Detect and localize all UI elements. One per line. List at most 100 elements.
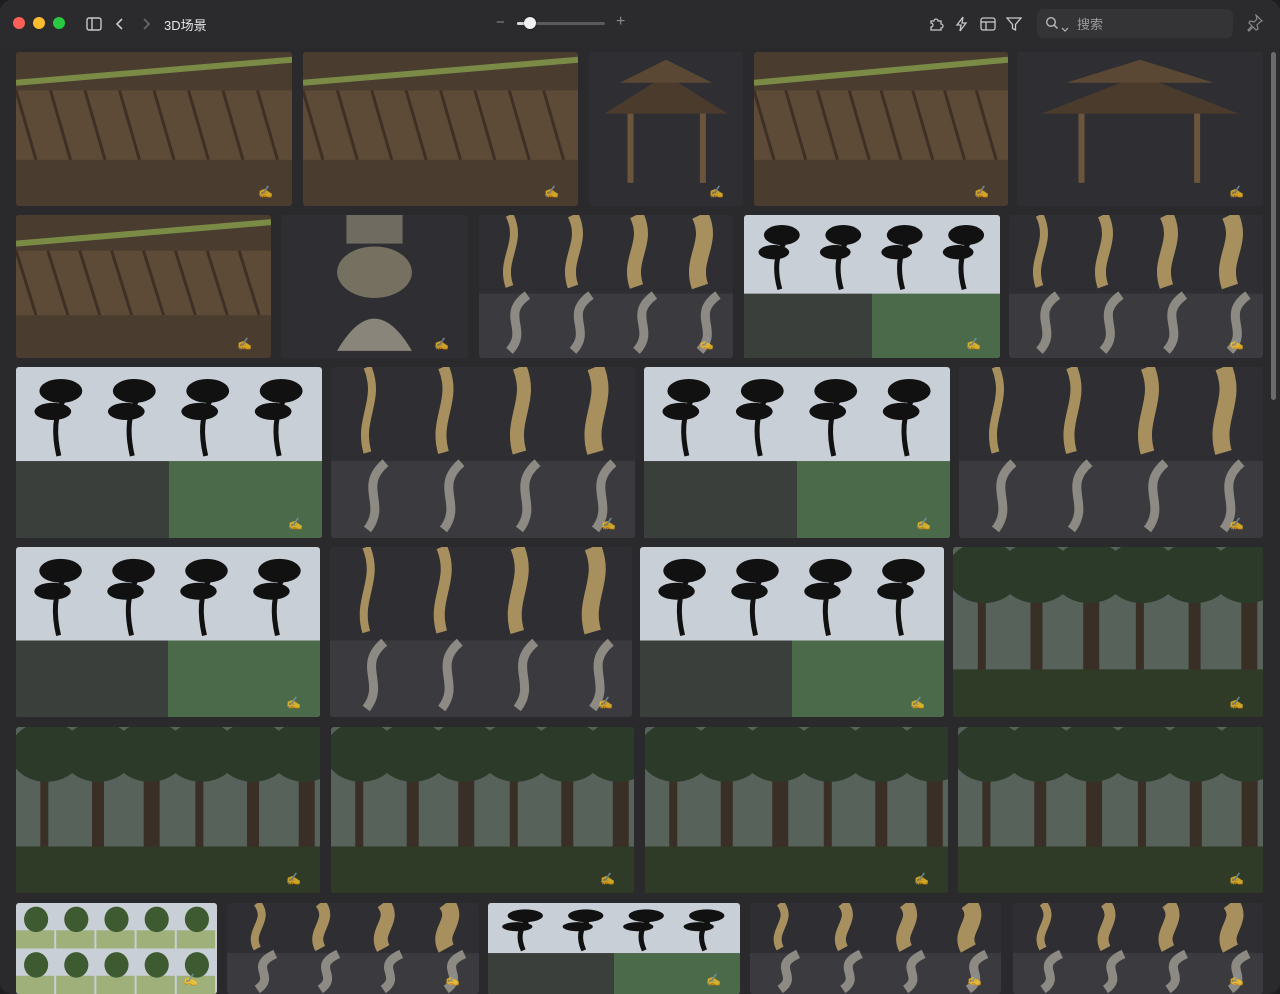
flash-icon[interactable] — [952, 14, 972, 34]
thumbnail-image: ✍ — [1041, 59, 1244, 199]
pin-icon[interactable] — [1247, 13, 1264, 37]
window-title: 3D场景 — [164, 18, 207, 33]
thumbnail-image: ✍ — [645, 727, 948, 893]
thumbnail-bridge[interactable]: ✍ — [303, 52, 578, 206]
thumbnail-image: ✍ — [331, 367, 635, 538]
thumbnail-pinesilhouette[interactable]: ✍ — [644, 367, 950, 538]
thumbnail-deadtree[interactable]: ✍ — [1013, 903, 1263, 994]
thumbnail-column[interactable]: ✍ — [281, 215, 468, 358]
svg-text:✍: ✍ — [709, 185, 724, 199]
svg-text:✍: ✍ — [600, 872, 615, 886]
thumbnail-image: ✍ — [16, 906, 215, 994]
chevron-right-icon[interactable] — [136, 14, 156, 34]
chevron-left-icon[interactable] — [110, 14, 130, 34]
svg-text:✍: ✍ — [286, 696, 301, 710]
thumbnail-image: ✍ — [479, 215, 733, 358]
thumbnail-forest[interactable]: ✍ — [645, 727, 948, 893]
svg-text:✍: ✍ — [601, 517, 616, 531]
thumbnail-carving[interactable]: ✍ — [754, 52, 1008, 206]
thumbnail-deadtree[interactable]: ✍ — [750, 903, 1001, 994]
thumbnail-branch[interactable]: ✍ — [330, 547, 632, 717]
svg-text:✍: ✍ — [967, 973, 982, 987]
thumbnail-pavilion[interactable]: ✍ — [589, 52, 743, 206]
svg-text:✍: ✍ — [183, 973, 198, 987]
thumbnail-image: ✍ — [959, 367, 1263, 538]
svg-text:✍: ✍ — [910, 696, 925, 710]
zoom-out-button[interactable]: − — [496, 14, 505, 31]
thumbnail-image: ✍ — [488, 909, 740, 994]
thumbnail-image: ✍ — [16, 558, 320, 717]
svg-text:✍: ✍ — [598, 696, 613, 710]
thumbnail-image: ✍ — [16, 727, 320, 893]
thumbnail-pinesilhouette[interactable]: ✍ — [640, 547, 944, 717]
thumbnail-pinesilhouette[interactable]: ✍ — [744, 215, 1000, 358]
search-icon — [1045, 16, 1059, 35]
thumbnail-image: ✍ — [744, 225, 1000, 358]
thumbnail-pavilion[interactable]: ✍ — [1017, 52, 1263, 206]
thumbnail-image: ✍ — [1009, 215, 1263, 358]
thumbnail-image: ✍ — [958, 727, 1263, 893]
svg-text:✍: ✍ — [1229, 696, 1244, 710]
thumbnail-forest[interactable]: ✍ — [331, 727, 634, 893]
close-button[interactable] — [13, 17, 25, 29]
thumbnail-image: ✍ — [227, 903, 479, 994]
sidebar-icon[interactable] — [84, 14, 104, 34]
thumbnail-deadtree[interactable]: ✍ — [227, 903, 479, 994]
zoom-slider-knob[interactable] — [524, 17, 537, 29]
thumbnail-image: ✍ — [16, 378, 322, 538]
svg-text:✍: ✍ — [544, 185, 559, 199]
thumbnail-image: ✍ — [644, 378, 950, 538]
thumbnail-image: ✍ — [754, 56, 1008, 199]
thumbnail-roof[interactable]: ✍ — [16, 215, 271, 358]
thumbnail-image: ✍ — [337, 215, 449, 351]
search-input[interactable] — [1075, 13, 1229, 36]
svg-text:✍: ✍ — [1229, 517, 1244, 531]
svg-text:✍: ✍ — [258, 185, 273, 199]
thumbnail-deadtree[interactable]: ✍ — [331, 367, 635, 538]
zoom-in-button[interactable]: + — [616, 13, 625, 31]
layout-icon[interactable] — [978, 14, 998, 34]
thumbnail-pinesilhouette[interactable]: ✍ — [16, 367, 322, 538]
thumbnail-forest[interactable]: ✍ — [953, 547, 1263, 717]
app-window: 3D场景 − + ✍ ✍ ✍ ✍ ✍ ✍ ✍ ✍ ✍ ✍ ✍ ✍ ✍ ✍ ✍ ✍ — [0, 0, 1280, 994]
maximize-button[interactable] — [53, 17, 65, 29]
svg-text:✍: ✍ — [916, 517, 931, 531]
thumbnail-deadtree[interactable]: ✍ — [479, 215, 733, 358]
scrollbar[interactable] — [1271, 52, 1276, 400]
thumbnail-image: ✍ — [303, 56, 578, 199]
svg-text:✍: ✍ — [966, 337, 981, 351]
svg-text:✍: ✍ — [288, 517, 303, 531]
thumbnail-image: ✍ — [330, 547, 632, 717]
minimize-button[interactable] — [33, 17, 45, 29]
thumbnail-image: ✍ — [604, 59, 728, 199]
thumbnail-image: ✍ — [953, 547, 1263, 717]
chevron-down-icon[interactable] — [1061, 20, 1069, 38]
thumbnail-image: ✍ — [1013, 903, 1263, 994]
svg-text:✍: ✍ — [1229, 973, 1244, 987]
toolbar: 3D场景 − + — [0, 0, 1280, 48]
thumbnail-forest[interactable]: ✍ — [16, 727, 320, 893]
svg-text:✍: ✍ — [914, 872, 929, 886]
thumbnail-image: ✍ — [640, 558, 944, 717]
svg-text:✍: ✍ — [445, 973, 460, 987]
filter-icon[interactable] — [1004, 14, 1024, 34]
svg-text:✍: ✍ — [237, 337, 252, 351]
thumbnail-bridge[interactable]: ✍ — [16, 52, 292, 206]
thumbnail-pinesilhouette[interactable]: ✍ — [16, 547, 320, 717]
thumbnail-image: ✍ — [331, 727, 634, 893]
svg-text:✍: ✍ — [1229, 185, 1244, 199]
search-box[interactable] — [1037, 9, 1233, 38]
thumbnail-deadtree[interactable]: ✍ — [1009, 215, 1263, 358]
extension-icon[interactable] — [926, 14, 946, 34]
thumbnail-image: ✍ — [16, 56, 292, 199]
thumbnail-grid: ✍ ✍ ✍ ✍ ✍ ✍ ✍ ✍ ✍ ✍ ✍ ✍ ✍ ✍ ✍ ✍ ✍ ✍ ✍ ✍ ✍ ✍ ✍ ✍ ✍ ✍ ✍ — [0, 48, 1280, 994]
thumbnail-forest[interactable]: ✍ — [958, 727, 1263, 893]
thumbnail-treesgrid[interactable]: ✍ — [16, 903, 217, 994]
svg-text:✍: ✍ — [1229, 337, 1244, 351]
svg-text:✍: ✍ — [286, 872, 301, 886]
svg-text:✍: ✍ — [706, 973, 721, 987]
thumbnail-image: ✍ — [16, 219, 271, 351]
thumbnail-deadtree[interactable]: ✍ — [959, 367, 1263, 538]
svg-text:✍: ✍ — [974, 185, 989, 199]
thumbnail-pinesilhouette[interactable]: ✍ — [488, 903, 740, 994]
